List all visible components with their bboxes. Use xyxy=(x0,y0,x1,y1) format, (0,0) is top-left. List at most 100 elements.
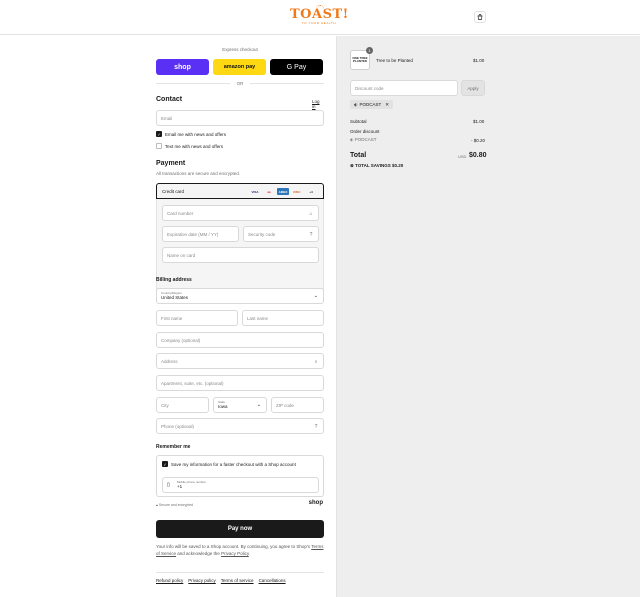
legal-text-2: and acknowledge the xyxy=(177,551,220,556)
country-value: United States xyxy=(161,295,189,300)
name-on-card-field[interactable] xyxy=(162,247,319,263)
tag-icon: ⬖ xyxy=(354,101,358,107)
discount-code-name: PODCAST xyxy=(354,137,377,142)
cancellations-link[interactable]: Cancellations xyxy=(259,578,286,583)
logo-text: TOAST! xyxy=(290,7,349,22)
last-name-field[interactable] xyxy=(242,310,324,326)
refund-policy-link[interactable]: Refund policy xyxy=(156,578,183,583)
help-icon[interactable]: ? xyxy=(313,424,319,430)
card-number-field[interactable]: ⌂ xyxy=(162,205,319,221)
secure-label: Secure and encrypted xyxy=(158,503,194,507)
credit-card-option[interactable]: Credit card VISA ●● AMEX DISC +4 xyxy=(156,183,324,199)
shopping-bag-icon[interactable] xyxy=(474,11,486,23)
discount-code-row: ⬖ PODCAST xyxy=(350,137,376,143)
checkbox-unchecked[interactable] xyxy=(156,143,162,149)
google-pay-button[interactable]: G Pay xyxy=(270,59,323,75)
apartment-field[interactable] xyxy=(156,375,324,391)
phone-input[interactable] xyxy=(161,423,319,429)
name-on-card-input[interactable] xyxy=(167,252,314,258)
company-input[interactable] xyxy=(161,337,319,343)
legal-period: . xyxy=(248,551,251,556)
shop-logo: shop xyxy=(308,500,323,506)
mobile-phone-field[interactable]: ▯ Mobile phone number +1 xyxy=(162,477,319,493)
privacy-policy-link[interactable]: Privacy policy xyxy=(188,578,216,583)
product-thumb-text: ONE TREE PLANTED xyxy=(352,55,368,63)
privacy-link[interactable]: Privacy Policy xyxy=(221,551,249,556)
legal-text-1: Your info will be saved to a Shop accoun… xyxy=(156,544,311,549)
city-field[interactable] xyxy=(156,397,209,413)
checkbox-checked[interactable]: ✓ xyxy=(156,131,162,137)
address-field[interactable]: ⌕ xyxy=(156,353,324,369)
shop-pay-button[interactable]: shop xyxy=(156,59,209,75)
phone-value: +1 xyxy=(177,484,183,489)
order-discount-label: Order discount xyxy=(350,129,380,134)
order-summary: ONE TREE PLANTED 1 Tree to be Planted $1… xyxy=(336,36,640,597)
amazon-pay-button[interactable]: amazon pay xyxy=(213,59,266,75)
apply-button[interactable]: Apply xyxy=(461,80,485,96)
amex-icon: AMEX xyxy=(277,188,289,195)
total-currency: USD xyxy=(458,154,467,159)
discount-code-input[interactable]: Discount code xyxy=(350,80,458,96)
remember-me-box: ✓ Save my information for a faster check… xyxy=(156,455,324,497)
total-value: $0.80 xyxy=(469,152,487,159)
product-price: $1.00 xyxy=(473,58,485,63)
card-brands: VISA ●● AMEX DISC +4 xyxy=(249,188,317,195)
subtotal-label: Subtotal xyxy=(350,119,367,124)
footer-links: Refund policy Privacy policy Terms of se… xyxy=(156,578,286,583)
zip-field[interactable] xyxy=(271,397,324,413)
card-number-input[interactable] xyxy=(167,210,314,216)
security-code-field[interactable]: ? xyxy=(243,226,319,242)
payment-method-label: Credit card xyxy=(162,188,185,194)
mastercard-icon: ●● xyxy=(267,189,271,194)
email-field[interactable] xyxy=(156,110,324,126)
first-name-input[interactable] xyxy=(161,315,233,321)
first-name-field[interactable] xyxy=(156,310,238,326)
email-input[interactable] xyxy=(161,115,319,121)
header: TOAST! TO YOUR HEALTH xyxy=(0,0,640,35)
expiration-field[interactable] xyxy=(162,226,239,242)
state-value: Iowa xyxy=(218,404,228,409)
secure-note: 🔒︎ Secure and encrypted xyxy=(156,503,193,507)
contact-heading: Contact xyxy=(156,96,183,103)
zip-input[interactable] xyxy=(276,402,319,408)
total-label: Total xyxy=(350,152,367,159)
last-name-input[interactable] xyxy=(247,315,319,321)
city-input[interactable] xyxy=(161,402,204,408)
discount-value: - $0.20 xyxy=(471,138,486,143)
discover-icon: DISC xyxy=(293,189,301,194)
chevron-down-icon: ⌄ xyxy=(313,293,318,299)
store-logo[interactable]: TOAST! TO YOUR HEALTH xyxy=(290,5,349,25)
login-link[interactable]: Log in xyxy=(312,99,324,109)
checkbox-checked[interactable]: ✓ xyxy=(162,461,168,467)
phone-icon: ▯ xyxy=(167,482,170,488)
applied-discount-tag: ⬖ PODCAST ✕ xyxy=(350,100,394,109)
phone-field[interactable]: ? xyxy=(156,418,324,434)
lock-icon: ⌂ xyxy=(309,211,313,217)
remove-discount-icon[interactable]: ✕ xyxy=(385,102,389,108)
pay-now-button[interactable]: Pay now xyxy=(156,520,324,538)
news-email-label: Email me with news and offers xyxy=(165,131,226,137)
savings-value: $0.20 xyxy=(391,163,404,168)
legal-text: Your info will be saved to a Shop accoun… xyxy=(156,543,324,557)
savings-label: TOTAL SAVINGS xyxy=(355,163,391,168)
news-email-option[interactable]: ✓ Email me with news and offers xyxy=(156,131,226,137)
news-text-option[interactable]: Text me with news and offers xyxy=(156,143,223,149)
expiration-input[interactable] xyxy=(167,231,234,237)
remember-heading: Remember me xyxy=(156,444,191,450)
apartment-input[interactable] xyxy=(161,380,319,386)
visa-icon: VISA xyxy=(251,189,259,194)
help-icon[interactable]: ? xyxy=(308,232,314,238)
state-select[interactable]: State Iowa ⌄ xyxy=(213,397,267,413)
terms-of-service-link[interactable]: Terms of service xyxy=(221,578,254,583)
save-info-option[interactable]: ✓ Save my information for a faster check… xyxy=(162,461,296,467)
payment-subtext: All transactions are secure and encrypte… xyxy=(156,171,241,176)
country-select[interactable]: Country/Region United States ⌄ xyxy=(156,288,324,304)
address-input[interactable] xyxy=(161,358,319,364)
lock-icon: 🔒︎ xyxy=(156,503,158,507)
footer-divider xyxy=(156,572,324,573)
total-savings: ⊗ TOTAL SAVINGS $0.20 xyxy=(350,163,403,169)
payment-heading: Payment xyxy=(156,160,186,167)
company-field[interactable] xyxy=(156,332,324,348)
security-code-input[interactable] xyxy=(248,231,314,237)
news-text-label: Text me with news and offers xyxy=(165,143,223,149)
